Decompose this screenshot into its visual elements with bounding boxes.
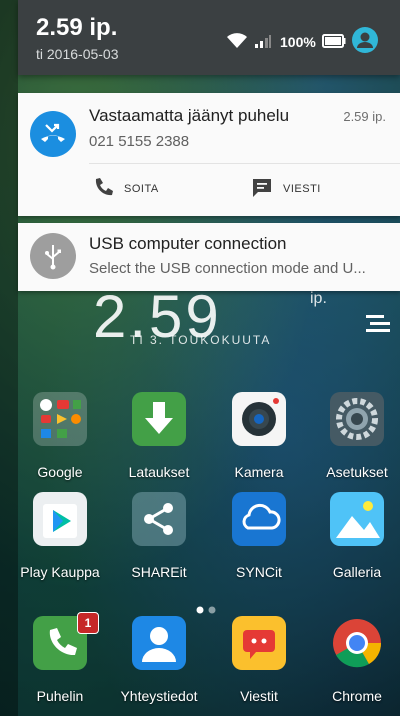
missed-call-notification[interactable]: Vastaamatta jäänyt puhelu 2.59 ip. 021 5…	[18, 93, 400, 216]
app-google[interactable]: Google	[21, 392, 99, 488]
notification-shade-header: 2.59 ip. ti 2016-05-03 100%	[18, 0, 400, 75]
battery-percent: 100%	[280, 34, 316, 50]
app-chrome[interactable]: Chrome	[318, 616, 396, 712]
app-label: Play Kauppa	[20, 564, 100, 580]
chrome-icon	[330, 616, 384, 670]
app-label: Google	[37, 464, 83, 480]
google-folder-icon	[33, 392, 87, 446]
settings-gear-icon	[330, 392, 384, 446]
status-date[interactable]: ti 2016-05-03	[36, 46, 119, 62]
phone-icon	[95, 178, 113, 196]
app-asetukset[interactable]: Asetukset	[318, 392, 396, 488]
gallery-icon	[330, 492, 384, 546]
wifi-icon	[226, 33, 248, 54]
app-label: SHAREit	[131, 564, 187, 580]
app-shareit[interactable]: SHAREit	[120, 492, 198, 588]
widget-menu-icon[interactable]	[364, 313, 392, 340]
app-syncit[interactable]: SYNCit	[220, 492, 298, 588]
status-time: 2.59 ip.	[36, 14, 118, 41]
home-clock-suffix: ip.	[310, 290, 327, 307]
usb-icon	[30, 233, 76, 279]
send-message-button[interactable]: VIESTI	[251, 177, 351, 201]
notification-text: Select the USB connection mode and U...	[89, 260, 366, 277]
app-yhteystiedot[interactable]: Yhteystiedot	[120, 616, 198, 712]
battery-icon	[322, 34, 346, 53]
messages-icon	[232, 616, 286, 670]
app-puhelin[interactable]: 1 Puhelin	[21, 612, 99, 712]
notification-time: 2.59 ip.	[343, 109, 386, 124]
message-icon	[253, 179, 271, 197]
missed-call-badge: 1	[77, 612, 99, 634]
call-back-button[interactable]: SOITA	[92, 177, 192, 201]
app-label: Yhteystiedot	[120, 688, 198, 704]
signal-icon	[254, 34, 272, 53]
contacts-icon	[132, 616, 186, 670]
user-avatar-icon[interactable]	[352, 27, 378, 53]
home-date: TI 3. TOUKOKUUTA	[130, 333, 272, 347]
app-viestit[interactable]: Viestit	[220, 616, 298, 712]
caller-number: 021 5155 2388	[89, 133, 190, 150]
usb-connection-notification[interactable]: USB computer connection Select the USB c…	[18, 223, 400, 291]
camera-icon	[232, 392, 286, 446]
app-label: Galleria	[332, 564, 382, 580]
message-label: VIESTI	[283, 183, 321, 195]
missed-call-icon	[30, 111, 76, 157]
page-indicator	[196, 601, 218, 619]
app-galleria[interactable]: Galleria	[318, 492, 396, 588]
play-store-icon	[33, 492, 87, 546]
app-lataukset[interactable]: Lataukset	[120, 392, 198, 488]
call-back-label: SOITA	[124, 183, 159, 195]
notification-title: USB computer connection	[89, 234, 287, 253]
app-label: Kamera	[234, 464, 284, 480]
download-icon	[132, 392, 186, 446]
app-label: Puhelin	[36, 688, 84, 704]
screen-left-edge	[0, 0, 18, 716]
cloud-sync-icon	[232, 492, 286, 546]
app-label: SYNCit	[236, 564, 282, 580]
app-label: Chrome	[332, 688, 382, 704]
share-icon	[132, 492, 186, 546]
app-label: Lataukset	[128, 464, 190, 480]
app-label: Asetukset	[326, 464, 388, 480]
app-play-kauppa[interactable]: Play Kauppa	[20, 492, 100, 588]
notification-title: Vastaamatta jäänyt puhelu	[89, 106, 290, 125]
app-kamera[interactable]: Kamera	[220, 392, 298, 488]
app-label: Viestit	[240, 688, 278, 704]
divider	[89, 163, 400, 164]
